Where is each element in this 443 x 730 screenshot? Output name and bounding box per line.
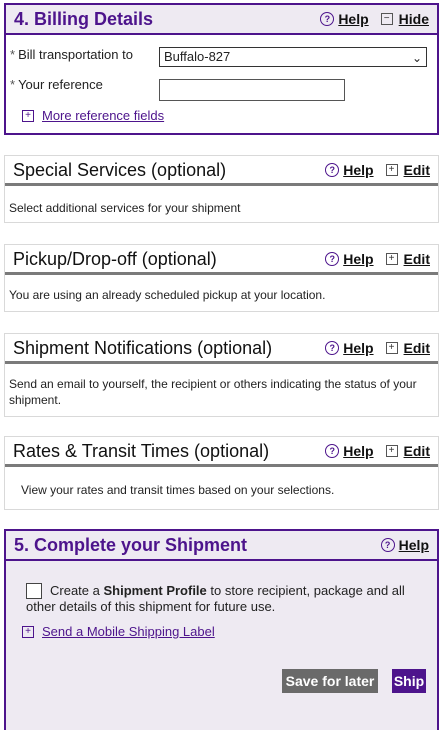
billing-details-panel: 4. Billing Details ? Help − Hide * Bill t… (4, 3, 439, 135)
shipment-notifications-help-link[interactable]: Help (343, 340, 373, 356)
your-reference-input[interactable] (159, 79, 345, 101)
special-services-help-link[interactable]: Help (343, 162, 373, 178)
chevron-down-icon: ⌄ (411, 51, 422, 65)
billing-title: 4. Billing Details (14, 9, 154, 29)
help-icon[interactable]: ? (325, 341, 340, 355)
required-star-icon: * (10, 47, 16, 62)
rates-transit-help-link[interactable]: Help (343, 443, 373, 459)
bill-transportation-label: * Bill transportation to (10, 47, 133, 62)
plus-box-icon[interactable]: + (385, 445, 398, 457)
more-reference-fields-link[interactable]: More reference fields (42, 108, 164, 123)
plus-box-icon[interactable]: + (385, 253, 398, 265)
shipment-notifications-actions: ? Help + Edit (325, 340, 430, 356)
special-services-header: Special Services (optional) ? Help + Edi… (5, 156, 438, 186)
billing-actions: ? Help − Hide (320, 11, 429, 27)
complete-shipment-actions: ? Help (380, 537, 429, 553)
plus-box-icon[interactable]: + (385, 164, 398, 176)
plus-box-icon[interactable]: + (385, 342, 398, 354)
billing-help-link[interactable]: Help (338, 11, 368, 27)
your-reference-label: * Your reference (10, 77, 103, 92)
shipment-profile-pre: Create a (50, 583, 104, 598)
complete-shipment-header: 5. Complete your Shipment ? Help (6, 531, 437, 561)
pickup-dropoff-text: You are using an already scheduled picku… (9, 288, 326, 302)
special-services-panel: Special Services (optional) ? Help + Edi… (4, 155, 439, 223)
ship-button[interactable]: Ship (392, 669, 426, 693)
required-star-icon: * (10, 77, 16, 92)
shipment-notifications-title: Shipment Notifications (optional) (13, 338, 273, 358)
pickup-dropoff-help-link[interactable]: Help (343, 251, 373, 267)
minus-box-icon[interactable]: − (380, 13, 393, 25)
pickup-dropoff-title: Pickup/Drop-off (optional) (13, 249, 217, 269)
special-services-title: Special Services (optional) (13, 160, 227, 180)
bill-transportation-select[interactable]: Buffalo-827 ⌄ (159, 47, 427, 67)
rates-transit-edit-link[interactable]: Edit (404, 443, 430, 459)
bill-transportation-value: Buffalo-827 (164, 49, 231, 64)
save-for-later-button[interactable]: Save for later (282, 669, 378, 693)
rates-transit-actions: ? Help + Edit (325, 443, 430, 459)
billing-hide-link[interactable]: Hide (399, 11, 429, 27)
help-icon[interactable]: ? (325, 444, 340, 458)
rates-transit-header: Rates & Transit Times (optional) ? Help … (5, 437, 438, 467)
complete-shipment-help-link[interactable]: Help (399, 537, 429, 553)
help-icon[interactable]: ? (325, 252, 340, 266)
special-services-text: Select additional services for your ship… (9, 201, 241, 215)
plus-box-icon[interactable]: + (22, 109, 34, 122)
mobile-label-row[interactable]: + Send a Mobile Shipping Label (22, 624, 215, 639)
complete-shipment-panel: 5. Complete your Shipment ? Help Create … (4, 529, 439, 730)
plus-box-icon[interactable]: + (22, 625, 34, 638)
mobile-shipping-label-link[interactable]: Send a Mobile Shipping Label (42, 624, 215, 639)
shipment-notifications-edit-link[interactable]: Edit (404, 340, 430, 356)
your-reference-text: Your reference (18, 77, 103, 92)
rates-transit-title: Rates & Transit Times (optional) (13, 441, 270, 461)
special-services-actions: ? Help + Edit (325, 162, 430, 178)
rates-transit-panel: Rates & Transit Times (optional) ? Help … (4, 436, 439, 510)
shipment-notifications-header: Shipment Notifications (optional) ? Help… (5, 334, 438, 364)
shipment-notifications-panel: Shipment Notifications (optional) ? Help… (4, 333, 439, 417)
billing-header: 4. Billing Details ? Help − Hide (6, 5, 437, 35)
rates-transit-text: View your rates and transit times based … (21, 483, 335, 497)
pickup-dropoff-panel: Pickup/Drop-off (optional) ? Help + Edit… (4, 244, 439, 312)
pickup-dropoff-actions: ? Help + Edit (325, 251, 430, 267)
bill-transportation-text: Bill transportation to (18, 47, 133, 62)
shipment-profile-text: Create a Shipment Profile to store recip… (26, 583, 429, 615)
pickup-dropoff-edit-link[interactable]: Edit (404, 251, 430, 267)
pickup-dropoff-header: Pickup/Drop-off (optional) ? Help + Edit (5, 245, 438, 275)
special-services-edit-link[interactable]: Edit (404, 162, 430, 178)
help-icon[interactable]: ? (320, 12, 335, 26)
shipment-profile-bold: Shipment Profile (103, 583, 207, 598)
shipment-notifications-text: Send an email to yourself, the recipient… (9, 377, 417, 407)
more-reference-fields-row[interactable]: + More reference fields (22, 108, 164, 123)
complete-shipment-title: 5. Complete your Shipment (14, 535, 248, 555)
help-icon[interactable]: ? (380, 538, 395, 552)
help-icon[interactable]: ? (325, 163, 340, 177)
